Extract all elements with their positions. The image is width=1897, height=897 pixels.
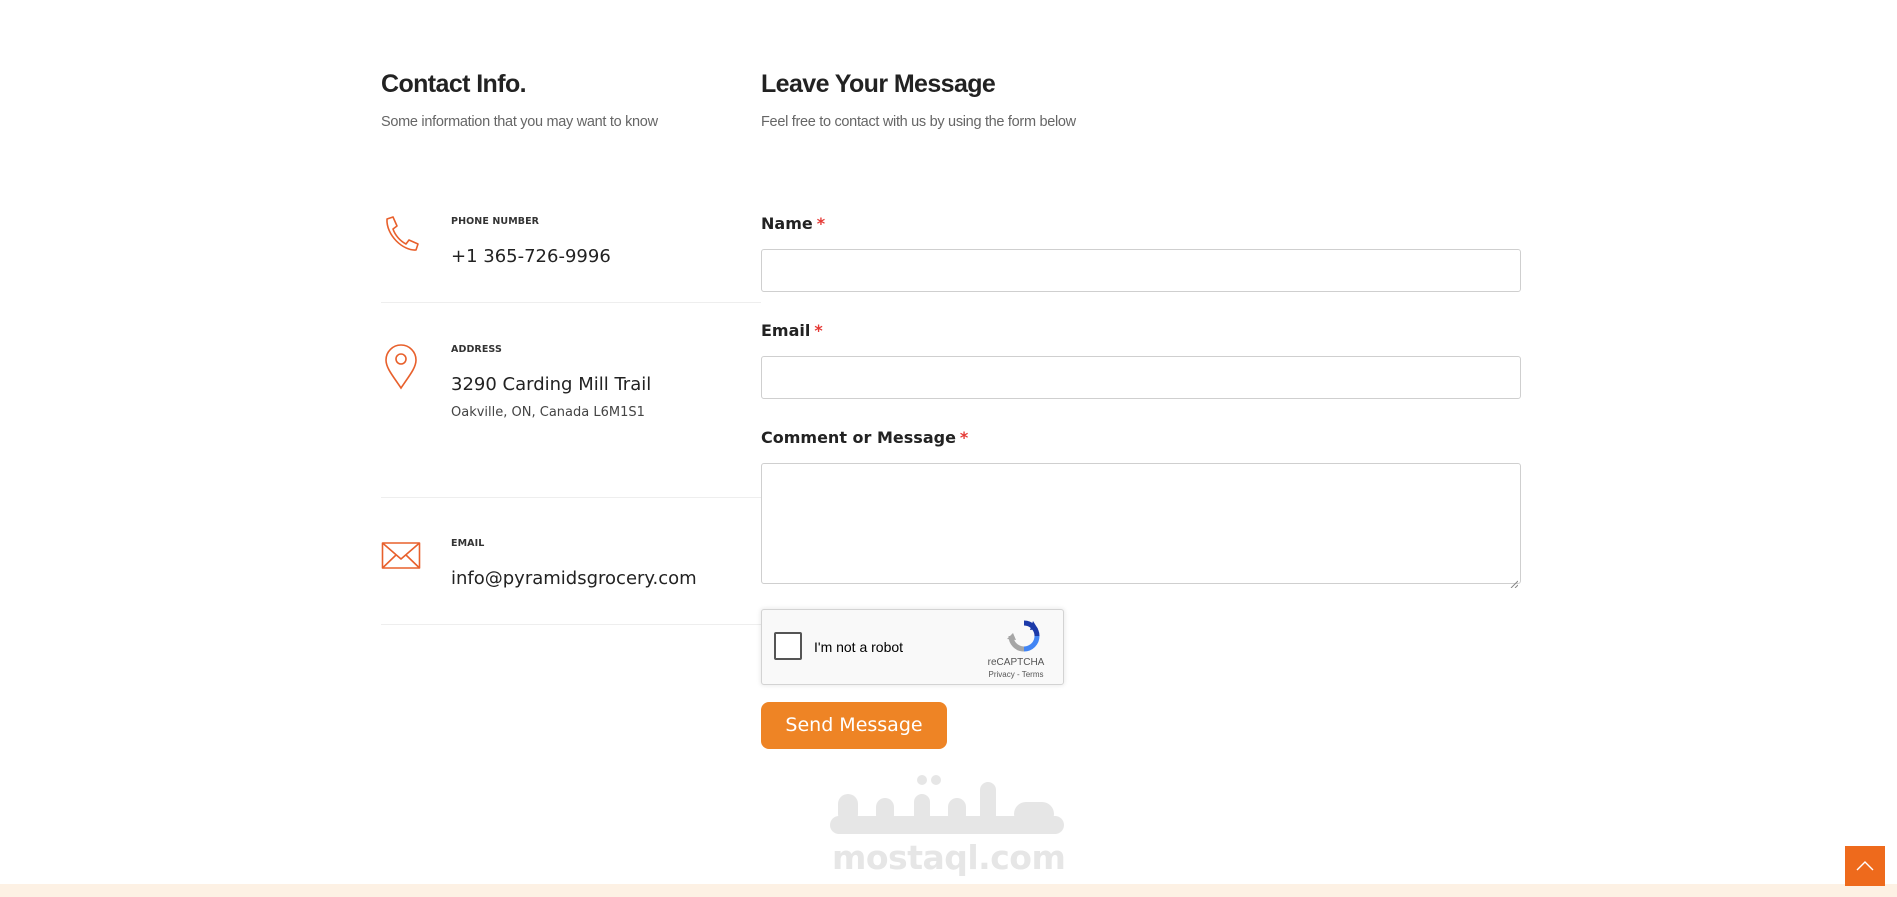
message-textarea[interactable]: [761, 463, 1521, 589]
phone-value[interactable]: +1 365-726-9996: [451, 246, 611, 267]
email-value[interactable]: info@pyramidsgrocery.com: [451, 568, 697, 589]
email-label: EMAIL: [451, 538, 485, 549]
address-label: ADDRESS: [451, 344, 502, 355]
watermark-text: mostaql.com: [832, 838, 1066, 877]
message-form-section: Leave Your Message Feel free to contact …: [761, 66, 1521, 132]
email-input[interactable]: [761, 356, 1521, 399]
watermark-logo: [830, 772, 1064, 844]
contact-item-address: ADDRESS 3290 Carding Mill Trail Oakville…: [381, 340, 761, 498]
phone-icon: [381, 214, 421, 258]
recaptcha-logo-icon: [1007, 620, 1041, 652]
footer-band: [0, 884, 1897, 897]
message-form-title: Leave Your Message: [761, 70, 996, 98]
message-field-label: Comment or Message *: [761, 428, 968, 447]
recaptcha-widget: I'm not a robot reCAPTCHA Privacy - Term…: [761, 609, 1064, 685]
envelope-icon: [381, 538, 421, 582]
contact-info-subtitle: Some information that you may want to kn…: [381, 114, 658, 130]
name-label-text: Name: [761, 214, 813, 233]
map-pin-icon: [381, 344, 421, 390]
resize-handle-icon[interactable]: [1510, 573, 1519, 589]
contact-item-phone: PHONE NUMBER +1 365-726-9996: [381, 212, 761, 303]
send-message-button[interactable]: Send Message: [761, 702, 947, 749]
email-field-label: Email *: [761, 321, 823, 340]
required-mark: *: [816, 214, 826, 233]
recaptcha-brand: reCAPTCHA: [987, 657, 1045, 668]
contact-item-email: EMAIL info@pyramidsgrocery.com: [381, 534, 761, 625]
required-mark: *: [814, 321, 823, 340]
email-label-text: Email: [761, 321, 811, 340]
address-value: 3290 Carding Mill Trail: [451, 374, 652, 395]
recaptcha-checkbox[interactable]: [774, 632, 802, 660]
recaptcha-links[interactable]: Privacy - Terms: [981, 670, 1051, 679]
phone-label: PHONE NUMBER: [451, 216, 540, 227]
scroll-to-top-button[interactable]: [1845, 846, 1885, 886]
chevron-up-icon: [1856, 857, 1874, 876]
name-field-label: Name *: [761, 214, 825, 233]
message-label-text: Comment or Message: [761, 428, 956, 447]
contact-info-title: Contact Info.: [381, 70, 527, 98]
recaptcha-label: I'm not a robot: [814, 639, 904, 655]
contact-info-section: Contact Info. Some information that you …: [381, 66, 761, 132]
address-extra: Oakville, ON, Canada L6M1S1: [451, 405, 645, 420]
name-input[interactable]: [761, 249, 1521, 292]
message-form-subtitle: Feel free to contact with us by using th…: [761, 114, 1076, 130]
required-mark: *: [959, 428, 969, 447]
